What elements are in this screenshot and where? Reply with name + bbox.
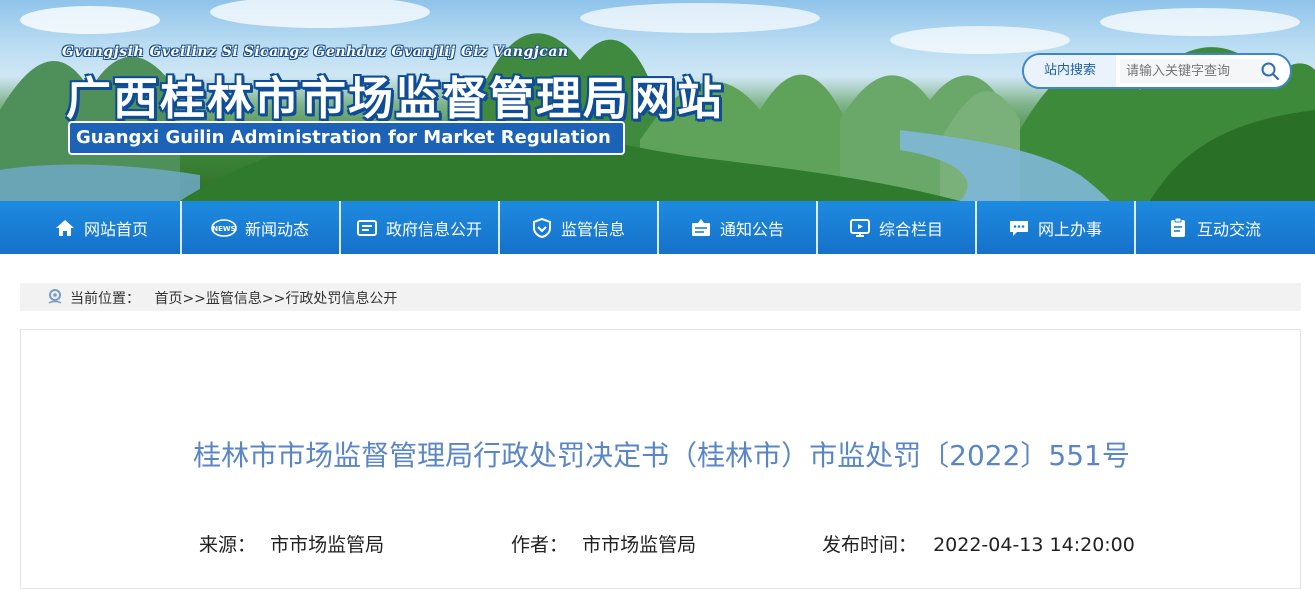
notice-icon (691, 218, 710, 236)
nav-item-notice[interactable]: 通知公告 (658, 201, 816, 254)
svg-text:NEWS: NEWS (212, 225, 235, 233)
site-title-english: Guangxi Guilin Administration for Market… (68, 121, 625, 155)
breadcrumb-prefix: 当前位置： (70, 291, 140, 307)
nav-item-label: 通知公告 (719, 219, 784, 239)
clipboard-icon (1170, 217, 1185, 237)
news-icon: NEWS (211, 218, 237, 237)
breadcrumb-link-home[interactable]: 首页 (154, 291, 182, 307)
time-value: 2022-04-13 14:20:00 (933, 534, 1135, 556)
nav-item-label: 网站首页 (83, 219, 148, 239)
source-label: 来源： (199, 534, 257, 556)
search-icon[interactable] (1260, 61, 1280, 81)
site-search: 站内搜索 (1022, 53, 1292, 89)
article-author: 作者： 市市场监管局 (511, 530, 696, 557)
nav-item-label: 网上办事 (1037, 219, 1102, 239)
article-title: 桂林市市场监督管理局行政处罚决定书（桂林市）市监处罚〔2022〕551号 (193, 439, 1130, 472)
site-title-pinyin: Gvangjsih Gveilinz Si Sicangz Genhduz Gv… (62, 44, 569, 60)
site-title: 广西桂林市市场监督管理局网站 (66, 72, 725, 125)
article-panel: 桂林市市场监督管理局行政处罚决定书（桂林市）市监处罚〔2022〕551号 来源：… (20, 329, 1301, 589)
nav-item-gov-info[interactable]: 政府信息公开 (340, 201, 498, 254)
nav-item-integrated[interactable]: 综合栏目 (817, 201, 975, 254)
location-pin-icon (48, 289, 62, 304)
nav-item-label: 新闻动态 (244, 219, 309, 239)
breadcrumb-separator: >> (261, 291, 286, 307)
author-value: 市市场监管局 (582, 534, 697, 556)
source-value: 市市场监管局 (270, 534, 385, 556)
article-source: 来源： 市市场监管局 (199, 530, 384, 557)
search-input[interactable] (1120, 59, 1272, 83)
shield-icon (532, 217, 551, 238)
nav-item-label: 互动交流 (1196, 219, 1261, 239)
nav-item-interaction[interactable]: 互动交流 (1135, 201, 1293, 254)
search-label: 站内搜索 (1024, 55, 1116, 87)
site-banner: Gvangjsih Gveilinz Si Sicangz Genhduz Gv… (0, 0, 1315, 201)
nav-item-news[interactable]: NEWS 新闻动态 (181, 201, 339, 254)
time-label: 发布时间： (822, 534, 918, 556)
article-publish-time: 发布时间： 2022-04-13 14:20:00 (822, 530, 1135, 557)
document-icon (356, 219, 377, 236)
chat-icon (1009, 220, 1028, 236)
breadcrumb-link-supervision[interactable]: 监管信息 (206, 291, 262, 307)
author-label: 作者： (511, 534, 569, 556)
main-nav: 网站首页 NEWS 新闻动态 政府信息公开 监管信息 通知公告 综合栏目 网上办… (0, 201, 1315, 254)
nav-item-label: 综合栏目 (878, 219, 943, 239)
monitor-icon (849, 218, 870, 237)
nav-item-label: 政府信息公开 (385, 219, 482, 239)
breadcrumb-separator: >> (182, 291, 206, 307)
breadcrumb: 当前位置： 首页>>监管信息>>行政处罚信息公开 (20, 283, 1301, 311)
nav-item-supervision[interactable]: 监管信息 (499, 201, 657, 254)
home-icon (55, 219, 74, 236)
breadcrumb-link-penalty[interactable]: 行政处罚信息公开 (285, 291, 397, 307)
nav-item-online-service[interactable]: 网上办事 (976, 201, 1134, 254)
nav-item-label: 监管信息 (560, 219, 625, 239)
nav-item-home[interactable]: 网站首页 (22, 201, 180, 254)
